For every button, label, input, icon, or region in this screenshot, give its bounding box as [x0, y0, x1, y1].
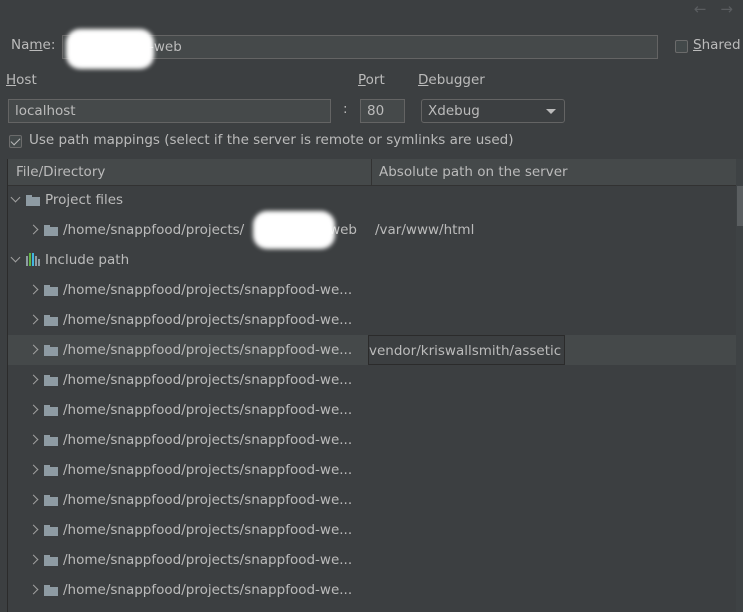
- shared-checkbox[interactable]: [675, 40, 688, 53]
- library-icon: [26, 253, 41, 266]
- table-row[interactable]: /home/snappfood/projects/snappfood-we...: [8, 515, 736, 545]
- redaction-blur: [66, 29, 154, 69]
- table-row[interactable]: /home/snappfood/projects/-web /var/www/h…: [8, 211, 736, 249]
- local-path: /home/snappfood/projects/snappfood-we...: [63, 372, 353, 388]
- forward-arrow-icon[interactable]: →: [720, 0, 733, 18]
- local-path: /home/snappfood/projects/snappfood-we...: [63, 402, 353, 418]
- table-row[interactable]: /home/snappfood/projects/snappfood-we...: [8, 485, 736, 515]
- local-path: /home/snappfood/projects/snappfood-we...: [63, 342, 353, 358]
- folder-icon: [44, 315, 58, 326]
- group-label: Project files: [45, 192, 124, 208]
- local-path: /home/snappfood/projects/snappfood-we...: [63, 582, 353, 598]
- column-file-directory[interactable]: File/Directory: [16, 159, 105, 185]
- column-absolute-path[interactable]: Absolute path on the server: [379, 159, 568, 185]
- back-arrow-icon[interactable]: ←: [694, 0, 707, 18]
- table-header: File/Directory Absolute path on the serv…: [8, 159, 736, 186]
- table-row[interactable]: /home/snappfood/projects/snappfood-we...…: [8, 335, 736, 365]
- folder-icon: [44, 375, 58, 386]
- table-row[interactable]: /home/snappfood/projects/snappfood-we...: [8, 275, 736, 305]
- port-label: Port: [358, 72, 385, 88]
- table-row[interactable]: /home/snappfood/projects/snappfood-we...: [8, 455, 736, 485]
- name-label: Name:: [11, 37, 56, 53]
- use-path-mappings-label: Use path mappings (select if the server …: [29, 132, 514, 148]
- folder-icon: [44, 585, 58, 596]
- host-value: localhost: [15, 103, 76, 119]
- scrollbar-thumb[interactable]: [737, 186, 743, 226]
- use-path-mappings-checkbox[interactable]: [9, 135, 22, 148]
- path-prefix: /home/snappfood/projects/: [63, 222, 245, 238]
- folder-icon: [44, 225, 58, 236]
- folder-icon: [44, 465, 58, 476]
- redaction-blur: [253, 211, 335, 249]
- host-input[interactable]: localhost: [8, 99, 331, 123]
- local-path: /home/snappfood/projects/snappfood-we...: [63, 522, 353, 538]
- folder-icon: [44, 285, 58, 296]
- table-row[interactable]: /home/snappfood/projects/snappfood-we...: [8, 365, 736, 395]
- table-row[interactable]: /home/snappfood/projects/snappfood-we...: [8, 545, 736, 575]
- folder-icon: [44, 555, 58, 566]
- colon-separator: :: [343, 101, 348, 117]
- local-path: /home/snappfood/projects/snappfood-we...: [63, 552, 353, 568]
- host-label: Host: [6, 72, 37, 88]
- local-path: /home/snappfood/projects/snappfood-we...: [63, 432, 353, 448]
- server-path: /var/www/html: [375, 222, 475, 238]
- nav-arrows: ← →: [694, 0, 733, 18]
- local-path: /home/snappfood/projects/snappfood-we...: [63, 312, 353, 328]
- debugger-label: Debugger: [418, 72, 485, 88]
- port-value: 80: [367, 103, 385, 119]
- group-label: Include path: [45, 252, 130, 268]
- column-separator[interactable]: [371, 159, 372, 185]
- local-path: /home/snappfood/projects/snappfood-we...: [63, 282, 353, 298]
- folder-icon: [44, 525, 58, 536]
- folder-icon: [44, 345, 58, 356]
- path-mappings-table: File/Directory Absolute path on the serv…: [7, 159, 743, 612]
- group-row-include-path[interactable]: Include path: [8, 245, 736, 275]
- debugger-value: Xdebug: [428, 103, 480, 119]
- dropdown-arrow-icon: [546, 109, 556, 114]
- table-row[interactable]: /home/snappfood/projects/snappfood-we...: [8, 395, 736, 425]
- folder-icon: [44, 435, 58, 446]
- folder-icon: [44, 495, 58, 506]
- folder-icon: [26, 195, 40, 206]
- shared-label: Shared: [693, 37, 741, 53]
- group-row-project-files[interactable]: Project files: [8, 185, 736, 215]
- table-row[interactable]: /home/snappfood/projects/snappfood-we...: [8, 575, 736, 605]
- local-path: /home/snappfood/projects/snappfood-we...: [63, 462, 353, 478]
- local-path: /home/snappfood/projects/snappfood-we...: [63, 492, 353, 508]
- folder-icon: [44, 405, 58, 416]
- server-path: vendor/kriswallsmith/assetic: [368, 335, 566, 365]
- table-row[interactable]: /home/snappfood/projects/snappfood-we...: [8, 425, 736, 455]
- table-row[interactable]: /home/snappfood/projects/snappfood-we...: [8, 305, 736, 335]
- debugger-select[interactable]: Xdebug: [421, 99, 565, 123]
- port-input[interactable]: 80: [360, 99, 405, 123]
- vertical-scrollbar[interactable]: [736, 159, 743, 612]
